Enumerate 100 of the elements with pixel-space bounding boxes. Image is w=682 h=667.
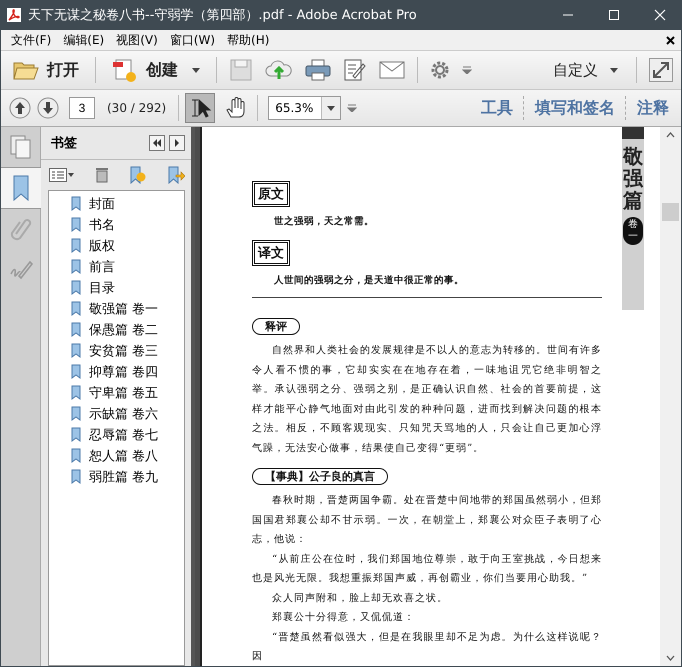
bookmark-item[interactable]: 示缺篇 卷六 bbox=[49, 403, 184, 424]
bookmark-label: 封面 bbox=[89, 196, 115, 212]
bookmark-icon bbox=[71, 280, 81, 295]
expand-panel-icon[interactable] bbox=[169, 135, 185, 151]
paragraph: 众人同声附和，脸上却无欢喜之状。 bbox=[271, 592, 449, 606]
bookmark-icon bbox=[71, 364, 81, 379]
scroll-down-icon[interactable] bbox=[666, 655, 675, 661]
menu-item[interactable]: 视图(V) bbox=[110, 32, 164, 48]
open-button[interactable]: 打开 bbox=[9, 57, 83, 83]
bookmark-icon bbox=[71, 448, 81, 463]
new-document-icon bbox=[112, 57, 138, 83]
bookmark-label: 示缺篇 卷六 bbox=[89, 406, 158, 422]
menu-item[interactable]: 编辑(E) bbox=[57, 32, 110, 48]
verse-text: 世之强弱，天之常需。 bbox=[273, 215, 375, 228]
bookmark-label: 敬强篇 卷一 bbox=[89, 300, 158, 318]
delete-icon[interactable] bbox=[95, 167, 109, 183]
select-tool-icon[interactable] bbox=[185, 93, 216, 123]
bookmark-item[interactable]: 弱胜篇 卷九 bbox=[49, 466, 184, 487]
go-to-bookmark-icon[interactable] bbox=[167, 166, 185, 184]
paragraph: 春秋时期，晋楚两国争霸。处在晋楚中间地带的郑国虽然弱小，但郑国国君郑襄公却不甘示弱。一次，在朝堂上，郑襄公对众臣子表明了心志，他说： bbox=[252, 494, 602, 547]
bookmark-icon bbox=[71, 238, 81, 253]
bookmark-item[interactable]: 安贫篇 卷三 bbox=[49, 340, 184, 361]
paperclip-icon bbox=[10, 216, 32, 242]
pane-link[interactable]: 工具 bbox=[477, 98, 517, 118]
bookmark-icon bbox=[71, 259, 81, 274]
bookmark-icon bbox=[71, 301, 81, 316]
bookmark-item[interactable]: 守卑篇 卷五 bbox=[49, 382, 184, 403]
customize-dropdown[interactable]: 自定义 bbox=[547, 60, 624, 80]
bookmark-item[interactable]: 书名 bbox=[49, 214, 184, 235]
window-title: 天下无谋之秘卷八书--守弱学（第四部）.pdf - Adobe Acrobat Pro bbox=[28, 7, 417, 24]
create-button[interactable]: 创建 bbox=[108, 55, 204, 85]
section-heading: 原文 bbox=[252, 181, 290, 207]
maximize-icon[interactable] bbox=[608, 9, 620, 21]
print-icon[interactable] bbox=[305, 58, 331, 82]
section-heading: 释评 bbox=[252, 318, 300, 335]
bookmark-icon bbox=[11, 174, 31, 202]
collapse-panel-icon[interactable] bbox=[149, 135, 165, 151]
next-page-icon[interactable] bbox=[37, 97, 59, 119]
pages-icon bbox=[8, 134, 32, 160]
scrollbar[interactable] bbox=[660, 127, 681, 666]
options-icon[interactable] bbox=[49, 168, 75, 182]
bookmark-label: 书名 bbox=[89, 216, 115, 234]
page-count: (30 / 292) bbox=[107, 101, 166, 115]
dropdown-icon[interactable] bbox=[462, 66, 472, 74]
bookmark-label: 安贫篇 卷三 bbox=[89, 342, 158, 360]
bookmark-icon bbox=[71, 322, 81, 337]
bookmark-item[interactable]: 抑尊篇 卷四 bbox=[49, 361, 184, 382]
bookmark-label: 保愚篇 卷二 bbox=[89, 322, 158, 338]
cloud-upload-icon[interactable] bbox=[265, 58, 293, 82]
panel-title: 书签 bbox=[51, 135, 77, 152]
section-heading: 译文 bbox=[252, 240, 290, 266]
previous-page-icon[interactable] bbox=[9, 97, 31, 119]
page-number-field[interactable]: 3 bbox=[69, 97, 95, 119]
pane-link[interactable]: 注释 bbox=[633, 98, 673, 118]
bookmark-icon bbox=[71, 343, 81, 358]
scroll-up-icon[interactable] bbox=[666, 132, 675, 138]
pane-link[interactable]: 填写和签名 bbox=[531, 98, 619, 118]
zoom-dropdown[interactable]: 65.3% bbox=[268, 96, 342, 120]
paragraph: 自然界和人类社会的发展规律是不以人的意志为转移的。世间有许多令人看不惯的事，它却实实在在地存在着，一味地诅咒它绝非明智之举。承认强弱之分、强弱之别，是正确认识自然、社会的首要前提，这样才能平心静气地面对由此引发的种种问题，进而找到解决问题的根本之法。相反，不顾客观现实、只知咒天骂地的人，只会让自己更加心浮气躁，无法安心做事，结果使自己变得“更弱”。 bbox=[252, 344, 602, 456]
menu-item[interactable]: 窗口(W) bbox=[164, 32, 222, 48]
mail-icon[interactable] bbox=[379, 60, 405, 80]
section-heading: 【事典】公子良的真言 bbox=[252, 468, 388, 485]
bookmark-item[interactable]: 封面 bbox=[49, 193, 184, 214]
bookmark-item[interactable]: 忍辱篇 卷七 bbox=[49, 424, 184, 445]
bookmark-label: 守卑篇 卷五 bbox=[89, 384, 158, 402]
bookmark-label: 抑尊篇 卷四 bbox=[89, 364, 158, 380]
paragraph: “晋楚虽然看似强大，但是在我眼里却不足为虑。为什么这样说呢？因 bbox=[252, 630, 602, 664]
bookmark-item[interactable]: 恕人篇 卷八 bbox=[49, 445, 184, 466]
bookmark-icon bbox=[71, 406, 81, 421]
paragraph: 郑襄公十分得意，又侃侃道： bbox=[271, 610, 416, 625]
bookmark-item[interactable]: 版权 bbox=[49, 235, 184, 256]
bookmark-label: 前言 bbox=[89, 258, 115, 276]
sidebar-tab[interactable] bbox=[1, 167, 41, 209]
menu-item[interactable]: 帮助(H) bbox=[221, 32, 276, 48]
bookmark-label: 弱胜篇 卷九 bbox=[89, 468, 158, 486]
bookmark-label: 恕人篇 卷八 bbox=[89, 448, 158, 464]
bookmark-item[interactable]: 保愚篇 卷二 bbox=[49, 319, 184, 340]
verse-text: 人世间的强弱之分，是天道中很正常的事。 bbox=[272, 274, 465, 287]
bookmark-label: 忍辱篇 卷七 bbox=[89, 426, 158, 444]
pdf-icon bbox=[6, 7, 22, 23]
bookmark-icon bbox=[71, 385, 81, 400]
new-bookmark-icon[interactable] bbox=[129, 166, 147, 184]
bookmark-icon bbox=[71, 217, 81, 232]
settings-icon[interactable] bbox=[430, 60, 450, 80]
bookmark-icon bbox=[71, 427, 81, 442]
bookmark-item[interactable]: 前言 bbox=[49, 256, 184, 277]
edit-document-icon[interactable] bbox=[343, 58, 367, 82]
bookmark-icon bbox=[71, 196, 81, 211]
caret-icon bbox=[610, 68, 618, 72]
caret-icon bbox=[192, 68, 200, 72]
close-icon[interactable] bbox=[666, 36, 675, 44]
menu-item[interactable]: 文件(F) bbox=[5, 32, 58, 48]
expand-icon[interactable] bbox=[649, 58, 673, 82]
signature-pen-icon bbox=[8, 258, 32, 280]
scrollbar-thumb[interactable] bbox=[662, 203, 679, 221]
bookmark-item[interactable]: 目录 bbox=[49, 277, 184, 298]
paragraph: “从前庄公在位时，我们郑国地位尊崇，敢于向王室挑战，今日想来也是风光无限。我想重振郑国声威，再创霸业，你们当要用心助我。” bbox=[252, 552, 602, 586]
dropdown-icon[interactable] bbox=[347, 104, 358, 112]
bookmark-icon bbox=[71, 469, 81, 484]
bookmark-item[interactable]: 敬强篇 卷一 bbox=[49, 298, 184, 319]
